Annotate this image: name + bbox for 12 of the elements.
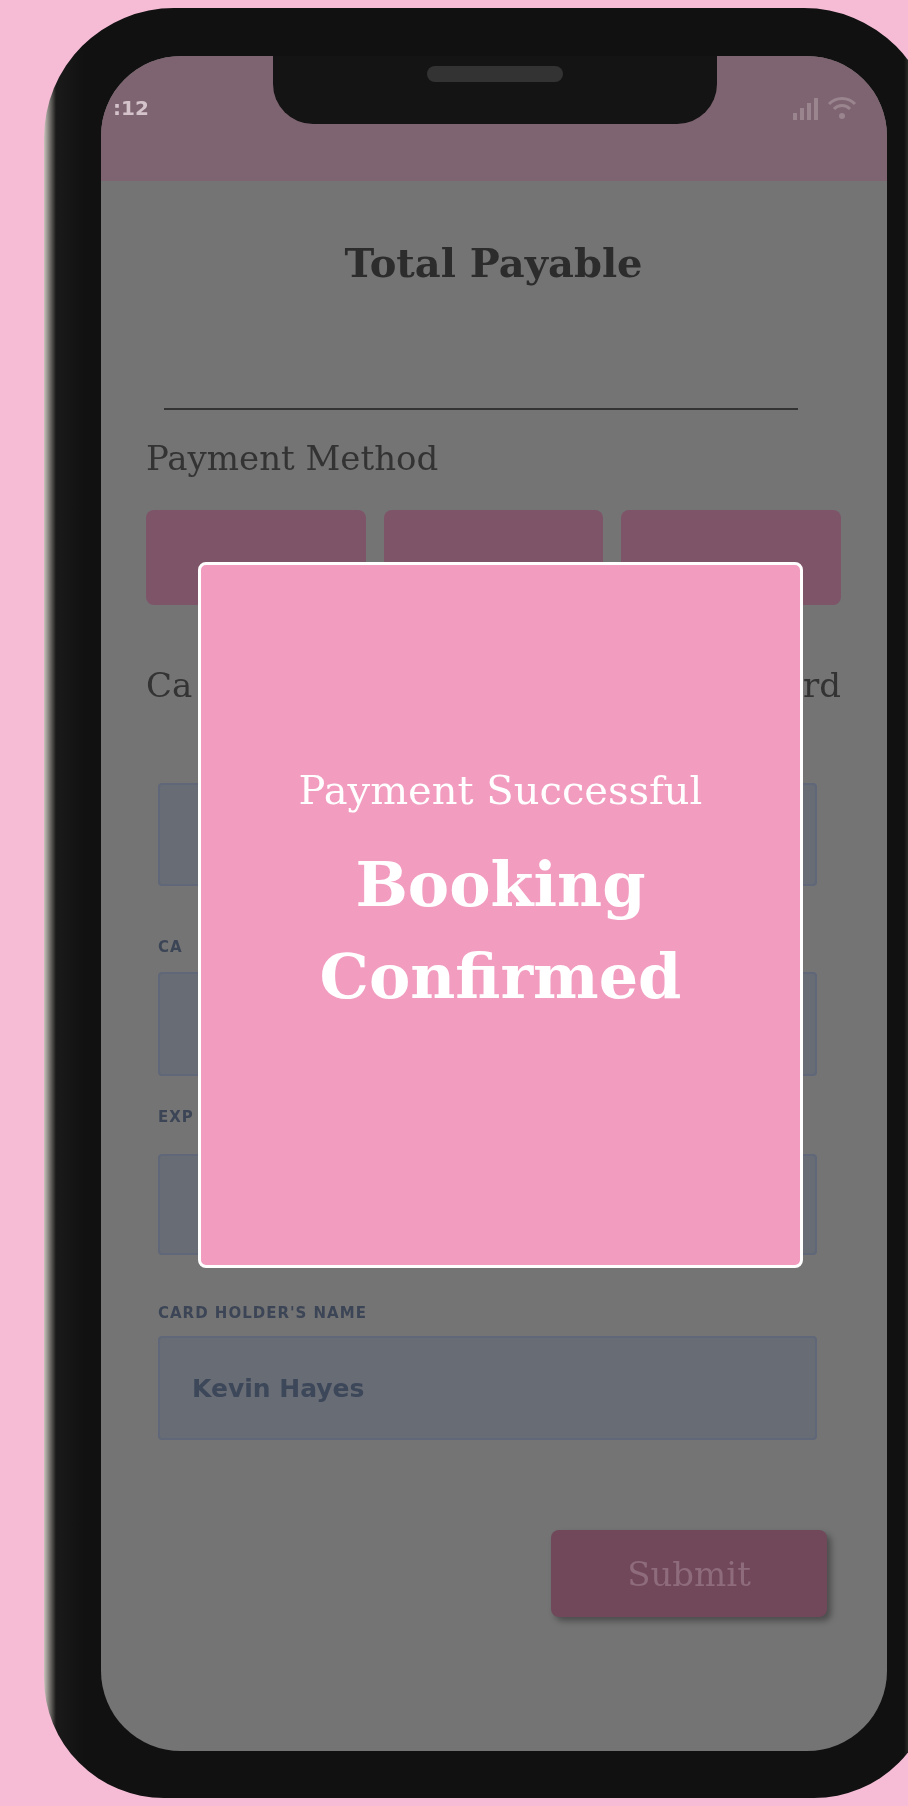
field-label: EXP	[158, 1107, 194, 1127]
dialog-subtitle: Payment Successful	[298, 767, 703, 813]
status-time: :12	[113, 96, 149, 120]
dialog-title: Booking Confirmed	[318, 847, 683, 1015]
signal-icon	[793, 98, 819, 120]
heading-text: Ca	[146, 664, 193, 707]
wifi-icon	[827, 96, 857, 120]
heading-text: rd	[802, 664, 841, 707]
section-label: Payment Method	[146, 437, 440, 480]
field-label: CARD HOLDER'S NAME	[158, 1303, 367, 1323]
total-payable-title: Total Payable	[343, 238, 644, 288]
field-label: CA	[158, 937, 183, 957]
